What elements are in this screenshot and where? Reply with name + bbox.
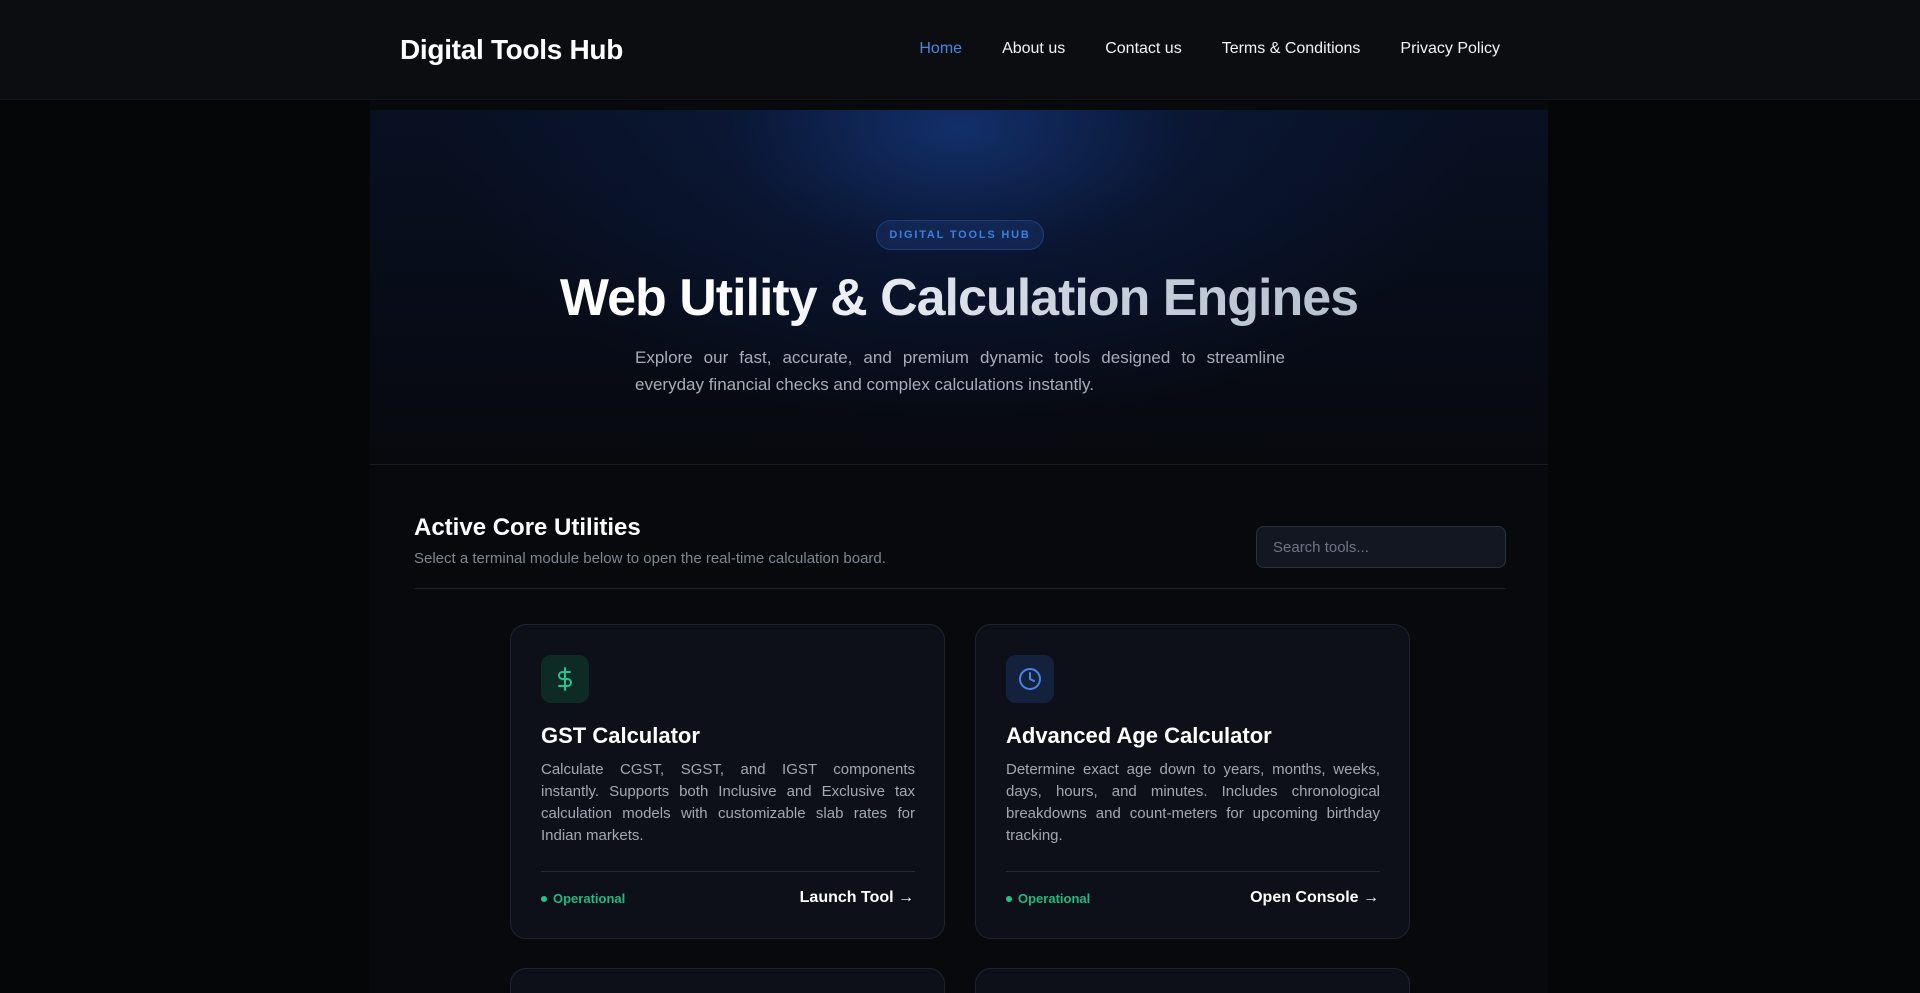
dollar-icon: [541, 655, 589, 703]
status-label: Operational: [553, 891, 626, 906]
status-badge: Operational: [1006, 891, 1090, 906]
nav-home-link[interactable]: Home: [919, 40, 962, 58]
section-divider: [414, 588, 1506, 589]
card-title: GST Calculator: [541, 723, 700, 748]
section-subtitle: Select a terminal module below to open t…: [414, 550, 886, 567]
nav-terms-link[interactable]: Terms & Conditions: [1222, 40, 1361, 58]
card-divider: [541, 871, 915, 872]
status-badge: Operational: [541, 891, 625, 906]
card-description: Calculate CGST, SGST, and IGST component…: [541, 761, 915, 844]
main-content: DIGITAL TOOLS HUB Web Utility & Calculat…: [370, 100, 1548, 993]
tool-card-partial[interactable]: [510, 968, 945, 993]
nav-contact-link[interactable]: Contact us: [1105, 40, 1181, 58]
card-title: Advanced Age Calculator: [1006, 723, 1272, 748]
tool-card-partial[interactable]: [975, 968, 1410, 993]
tool-card-gst[interactable]: GST Calculator Calculate CGST, SGST, and…: [510, 624, 945, 939]
hero-title: Web Utility & Calculation Engines: [370, 268, 1548, 328]
card-divider: [1006, 871, 1380, 872]
nav-about-link[interactable]: About us: [1002, 40, 1065, 58]
open-console-button[interactable]: Open Console →: [1250, 889, 1379, 907]
top-navbar: Digital Tools Hub Home About us Contact …: [0, 0, 1920, 100]
section-title: Active Core Utilities: [414, 514, 641, 541]
site-brand[interactable]: Digital Tools Hub: [400, 34, 623, 66]
tool-card-age[interactable]: Advanced Age Calculator Determine exact …: [975, 624, 1410, 939]
main-nav: Home About us Contact us Terms & Conditi…: [919, 40, 1500, 58]
hero-badge: DIGITAL TOOLS HUB: [876, 220, 1044, 250]
hero-section: DIGITAL TOOLS HUB Web Utility & Calculat…: [370, 110, 1548, 465]
search-input[interactable]: [1256, 526, 1506, 568]
nav-privacy-link[interactable]: Privacy Policy: [1400, 40, 1500, 58]
status-dot-icon: [1006, 895, 1012, 902]
status-label: Operational: [1018, 891, 1091, 906]
card-description: Determine exact age down to years, month…: [1006, 761, 1380, 844]
clock-icon: [1006, 655, 1054, 703]
status-dot-icon: [541, 895, 547, 902]
launch-tool-button[interactable]: Launch Tool →: [800, 889, 914, 907]
hero-subtitle: Explore our fast, accurate, and premium …: [635, 348, 1285, 394]
